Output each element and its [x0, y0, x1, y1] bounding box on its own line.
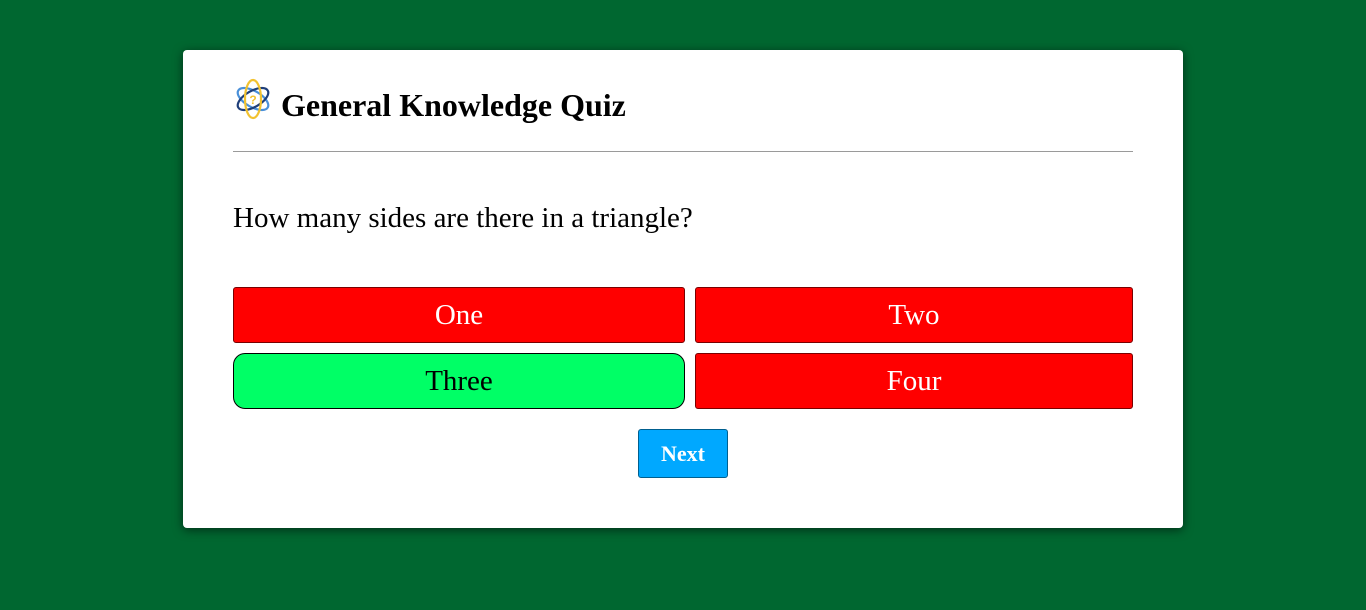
header-divider: [233, 151, 1133, 152]
next-button[interactable]: Next: [638, 429, 728, 478]
quiz-header: ? General Knowledge Quiz: [233, 78, 626, 124]
svg-text:?: ?: [249, 93, 256, 107]
question-text: How many sides are there in a triangle?: [233, 202, 693, 234]
answer-button-two[interactable]: Two: [695, 287, 1133, 343]
quiz-card: ? General Knowledge Quiz How many sides …: [183, 50, 1183, 528]
atom-quiz-icon: ?: [233, 78, 273, 120]
answer-button-four[interactable]: Four: [695, 353, 1133, 409]
answer-button-three[interactable]: Three: [233, 353, 685, 409]
answer-button-one[interactable]: One: [233, 287, 685, 343]
quiz-title: General Knowledge Quiz: [281, 86, 626, 123]
